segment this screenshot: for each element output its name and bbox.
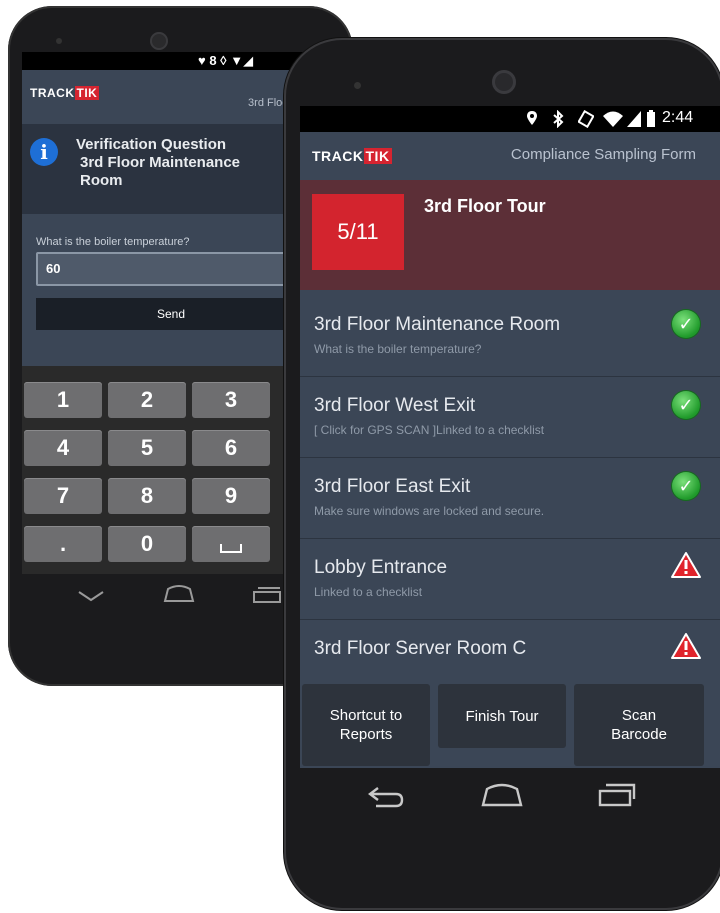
check-icon: ✓ [672, 391, 700, 419]
key-space[interactable] [192, 526, 270, 562]
checkpoint-title: 3rd Floor West Exit [314, 395, 476, 416]
front-phone-camera [492, 70, 516, 94]
location-icon [527, 111, 537, 125]
back-phone-camera [150, 32, 168, 50]
front-nav-bar [300, 768, 720, 828]
tour-header: 5/11 3rd Floor Tour [300, 180, 720, 290]
checkpoint-title: 3rd Floor Maintenance Room [314, 314, 561, 335]
verification-text: Verification Question 3rd Floor Maintena… [76, 136, 241, 189]
back-nav-icon[interactable] [76, 588, 106, 604]
warning-icon [671, 552, 701, 578]
key-6[interactable]: 6 [192, 430, 270, 466]
key-5[interactable]: 5 [108, 430, 186, 466]
key-8[interactable]: 8 [108, 478, 186, 514]
recents-icon[interactable] [596, 782, 636, 808]
front-status-bar: 2:44 [300, 106, 720, 132]
tour-progress-counter: 5/11 [312, 194, 404, 270]
checkpoint-subtitle: Make sure windows are locked and secure. [314, 504, 545, 518]
home-nav-icon[interactable] [162, 584, 196, 604]
checkpoint-list: 3rd Floor Maintenance Room What is the b… [300, 296, 720, 676]
finish-tour-button[interactable]: Finish Tour [438, 684, 566, 748]
key-0[interactable]: 0 [108, 526, 186, 562]
tracktik-logo: TRACK TIK [30, 86, 100, 100]
key-9[interactable]: 9 [192, 478, 270, 514]
tour-title: 3rd Floor Tour [424, 196, 546, 216]
key-decimal[interactable]: . [24, 526, 102, 562]
signal-icon [627, 111, 641, 127]
checkpoint-subtitle: Linked to a checklist [314, 585, 423, 599]
send-button[interactable]: Send [36, 298, 306, 330]
checkpoint-title: 3rd Floor East Exit [314, 476, 471, 497]
checkpoint-title: 3rd Floor Server Room C [314, 638, 527, 659]
key-3[interactable]: 3 [192, 382, 270, 418]
front-phone-sensor [354, 82, 361, 89]
scan-barcode-button[interactable]: Scan Barcode [574, 684, 704, 766]
battery-icon [647, 110, 655, 127]
checkpoint-subtitle: What is the boiler temperature? [314, 342, 482, 356]
space-icon [220, 544, 242, 553]
checkpoint-item[interactable]: Lobby Entrance Linked to a checklist [300, 539, 720, 620]
answer-input[interactable]: 60 [36, 252, 306, 286]
check-icon: ✓ [672, 472, 700, 500]
shortcut-to-reports-button[interactable]: Shortcut to Reports [302, 684, 430, 766]
status-time: 2:44 [662, 109, 694, 126]
bluetooth-icon [553, 110, 564, 128]
question-label: What is the boiler temperature? [36, 236, 190, 248]
key-4[interactable]: 4 [24, 430, 102, 466]
front-app-header: TRACK TIK Compliance Sampling Form [300, 132, 720, 180]
home-icon[interactable] [480, 782, 524, 808]
check-icon: ✓ [672, 310, 700, 338]
checkpoint-title: Lobby Entrance [314, 557, 448, 578]
form-title[interactable]: Compliance Sampling Form [511, 146, 696, 163]
checkpoint-item[interactable]: 3rd Floor East Exit Make sure windows ar… [300, 458, 720, 539]
wifi-icon [603, 111, 623, 127]
warning-icon [671, 633, 701, 659]
key-7[interactable]: 7 [24, 478, 102, 514]
checkpoint-subtitle: [ Click for GPS SCAN ]Linked to a checkl… [314, 423, 545, 437]
tracktik-logo: TRACK TIK [312, 148, 392, 164]
back-status-icons: ♥ 8 ◊ ▼◢ [198, 53, 254, 68]
action-bar: Shortcut to Reports Finish Tour Scan Bar… [300, 680, 720, 768]
info-icon: i [30, 138, 58, 166]
vibrate-icon [578, 110, 594, 128]
checkpoint-item[interactable]: 3rd Floor Maintenance Room What is the b… [300, 296, 720, 377]
checkpoint-item[interactable]: 3rd Floor West Exit [ Click for GPS SCAN… [300, 377, 720, 458]
back-phone-sensor [56, 38, 62, 44]
recents-nav-icon[interactable] [252, 586, 282, 604]
key-1[interactable]: 1 [24, 382, 102, 418]
back-arrow-icon[interactable] [366, 784, 406, 810]
front-phone-screen: 2:44 TRACK TIK Compliance Sampling Form 5… [300, 106, 720, 768]
key-2[interactable]: 2 [108, 382, 186, 418]
